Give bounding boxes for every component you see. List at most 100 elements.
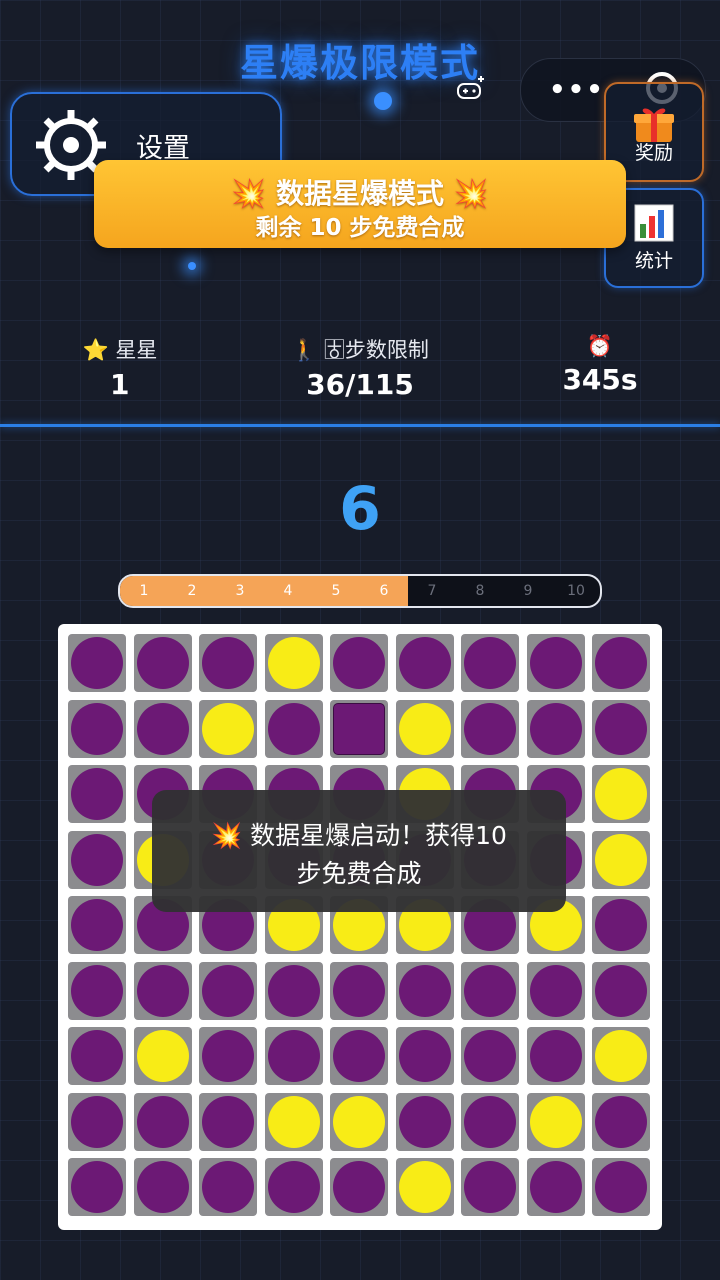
purple-orb[interactable] bbox=[136, 1161, 189, 1213]
yellow-orb[interactable] bbox=[267, 1095, 320, 1148]
board-cell[interactable] bbox=[68, 1027, 126, 1085]
purple-orb[interactable] bbox=[595, 964, 647, 1017]
board-cell[interactable] bbox=[68, 1158, 126, 1216]
purple-orb[interactable] bbox=[202, 1095, 254, 1148]
board-cell[interactable] bbox=[264, 699, 323, 758]
board-cell[interactable] bbox=[526, 1092, 585, 1151]
purple-orb[interactable] bbox=[136, 1095, 189, 1148]
purple-orb[interactable] bbox=[136, 964, 189, 1017]
purple-orb[interactable] bbox=[398, 1095, 451, 1148]
board-cell[interactable] bbox=[461, 1158, 519, 1216]
board-cell[interactable] bbox=[330, 961, 388, 1020]
purple-orb[interactable] bbox=[595, 702, 647, 755]
board-cell[interactable] bbox=[133, 961, 192, 1020]
board-cell[interactable] bbox=[395, 1092, 454, 1151]
board-cell[interactable] bbox=[264, 1027, 323, 1085]
purple-orb[interactable] bbox=[71, 964, 123, 1017]
board-cell[interactable] bbox=[264, 1092, 323, 1151]
board-cell[interactable] bbox=[461, 1092, 519, 1151]
board-cell[interactable] bbox=[68, 634, 126, 692]
board-cell[interactable] bbox=[592, 1027, 650, 1085]
board-cell[interactable] bbox=[526, 1027, 585, 1085]
board-cell[interactable] bbox=[461, 961, 519, 1020]
purple-orb[interactable] bbox=[202, 964, 254, 1017]
board-cell[interactable] bbox=[395, 699, 454, 758]
board-cell[interactable] bbox=[330, 1092, 388, 1151]
purple-orb[interactable] bbox=[529, 1030, 582, 1082]
board-cell[interactable] bbox=[526, 634, 585, 692]
purple-orb[interactable] bbox=[398, 964, 451, 1017]
purple-orb[interactable] bbox=[71, 1030, 123, 1082]
board-cell[interactable] bbox=[199, 699, 257, 758]
yellow-orb[interactable] bbox=[595, 833, 647, 886]
purple-orb[interactable] bbox=[202, 1030, 254, 1082]
yellow-orb[interactable] bbox=[333, 1095, 385, 1148]
purple-orb[interactable] bbox=[529, 637, 582, 689]
board-cell[interactable] bbox=[133, 1092, 192, 1151]
yellow-orb[interactable] bbox=[398, 1161, 451, 1213]
board-cell[interactable] bbox=[330, 699, 388, 758]
purple-orb[interactable] bbox=[71, 702, 123, 755]
purple-orb[interactable] bbox=[529, 964, 582, 1017]
purple-orb[interactable] bbox=[333, 1161, 385, 1213]
board-cell[interactable] bbox=[264, 961, 323, 1020]
board-cell[interactable] bbox=[264, 1158, 323, 1216]
board-cell[interactable] bbox=[592, 896, 650, 954]
purple-orb[interactable] bbox=[529, 702, 582, 755]
board-cell[interactable] bbox=[199, 1027, 257, 1085]
purple-orb[interactable] bbox=[464, 1095, 516, 1148]
yellow-orb[interactable] bbox=[202, 702, 254, 755]
board-cell[interactable] bbox=[592, 699, 650, 758]
board-cell[interactable] bbox=[68, 1092, 126, 1151]
board-cell[interactable] bbox=[461, 634, 519, 692]
purple-orb[interactable] bbox=[464, 1161, 516, 1213]
board-cell[interactable] bbox=[199, 634, 257, 692]
more-icon[interactable]: ••• bbox=[549, 75, 605, 105]
purple-orb[interactable] bbox=[333, 637, 385, 689]
board-cell[interactable] bbox=[526, 699, 585, 758]
board-cell[interactable] bbox=[68, 961, 126, 1020]
purple-orb[interactable] bbox=[464, 964, 516, 1017]
yellow-orb[interactable] bbox=[529, 1095, 582, 1148]
board-cell[interactable] bbox=[395, 1027, 454, 1085]
purple-orb[interactable] bbox=[267, 702, 320, 755]
board-cell[interactable] bbox=[592, 765, 650, 823]
yellow-orb[interactable] bbox=[595, 1030, 647, 1082]
board-cell[interactable] bbox=[592, 1158, 650, 1216]
board-cell[interactable] bbox=[592, 634, 650, 692]
board-cell[interactable] bbox=[199, 961, 257, 1020]
purple-orb[interactable] bbox=[333, 964, 385, 1017]
purple-orb[interactable] bbox=[202, 1161, 254, 1213]
board-cell[interactable] bbox=[264, 634, 323, 692]
purple-orb[interactable] bbox=[595, 1095, 647, 1148]
purple-orb[interactable] bbox=[71, 1095, 123, 1148]
board-cell[interactable] bbox=[461, 1027, 519, 1085]
board-cell[interactable] bbox=[330, 634, 388, 692]
purple-orb[interactable] bbox=[71, 833, 123, 886]
purple-orb[interactable] bbox=[267, 1161, 320, 1213]
yellow-orb[interactable] bbox=[595, 768, 647, 820]
purple-block[interactable] bbox=[333, 702, 385, 755]
purple-orb[interactable] bbox=[464, 1030, 516, 1082]
board-cell[interactable] bbox=[526, 961, 585, 1020]
board-cell[interactable] bbox=[330, 1158, 388, 1216]
yellow-orb[interactable] bbox=[398, 702, 451, 755]
purple-orb[interactable] bbox=[136, 702, 189, 755]
board-cell[interactable] bbox=[592, 1092, 650, 1151]
purple-orb[interactable] bbox=[595, 1161, 647, 1213]
board-cell[interactable] bbox=[199, 1092, 257, 1151]
purple-orb[interactable] bbox=[71, 768, 123, 820]
yellow-orb[interactable] bbox=[136, 1030, 189, 1082]
board-cell[interactable] bbox=[133, 1158, 192, 1216]
gamepad-icon[interactable] bbox=[456, 76, 486, 102]
purple-orb[interactable] bbox=[202, 637, 254, 689]
board-cell[interactable] bbox=[592, 961, 650, 1020]
purple-orb[interactable] bbox=[464, 637, 516, 689]
purple-orb[interactable] bbox=[267, 964, 320, 1017]
purple-orb[interactable] bbox=[595, 899, 647, 951]
board-cell[interactable] bbox=[68, 765, 126, 823]
board-cell[interactable] bbox=[199, 1158, 257, 1216]
board-cell[interactable] bbox=[461, 699, 519, 758]
yellow-orb[interactable] bbox=[267, 637, 320, 689]
board-cell[interactable] bbox=[592, 830, 650, 889]
